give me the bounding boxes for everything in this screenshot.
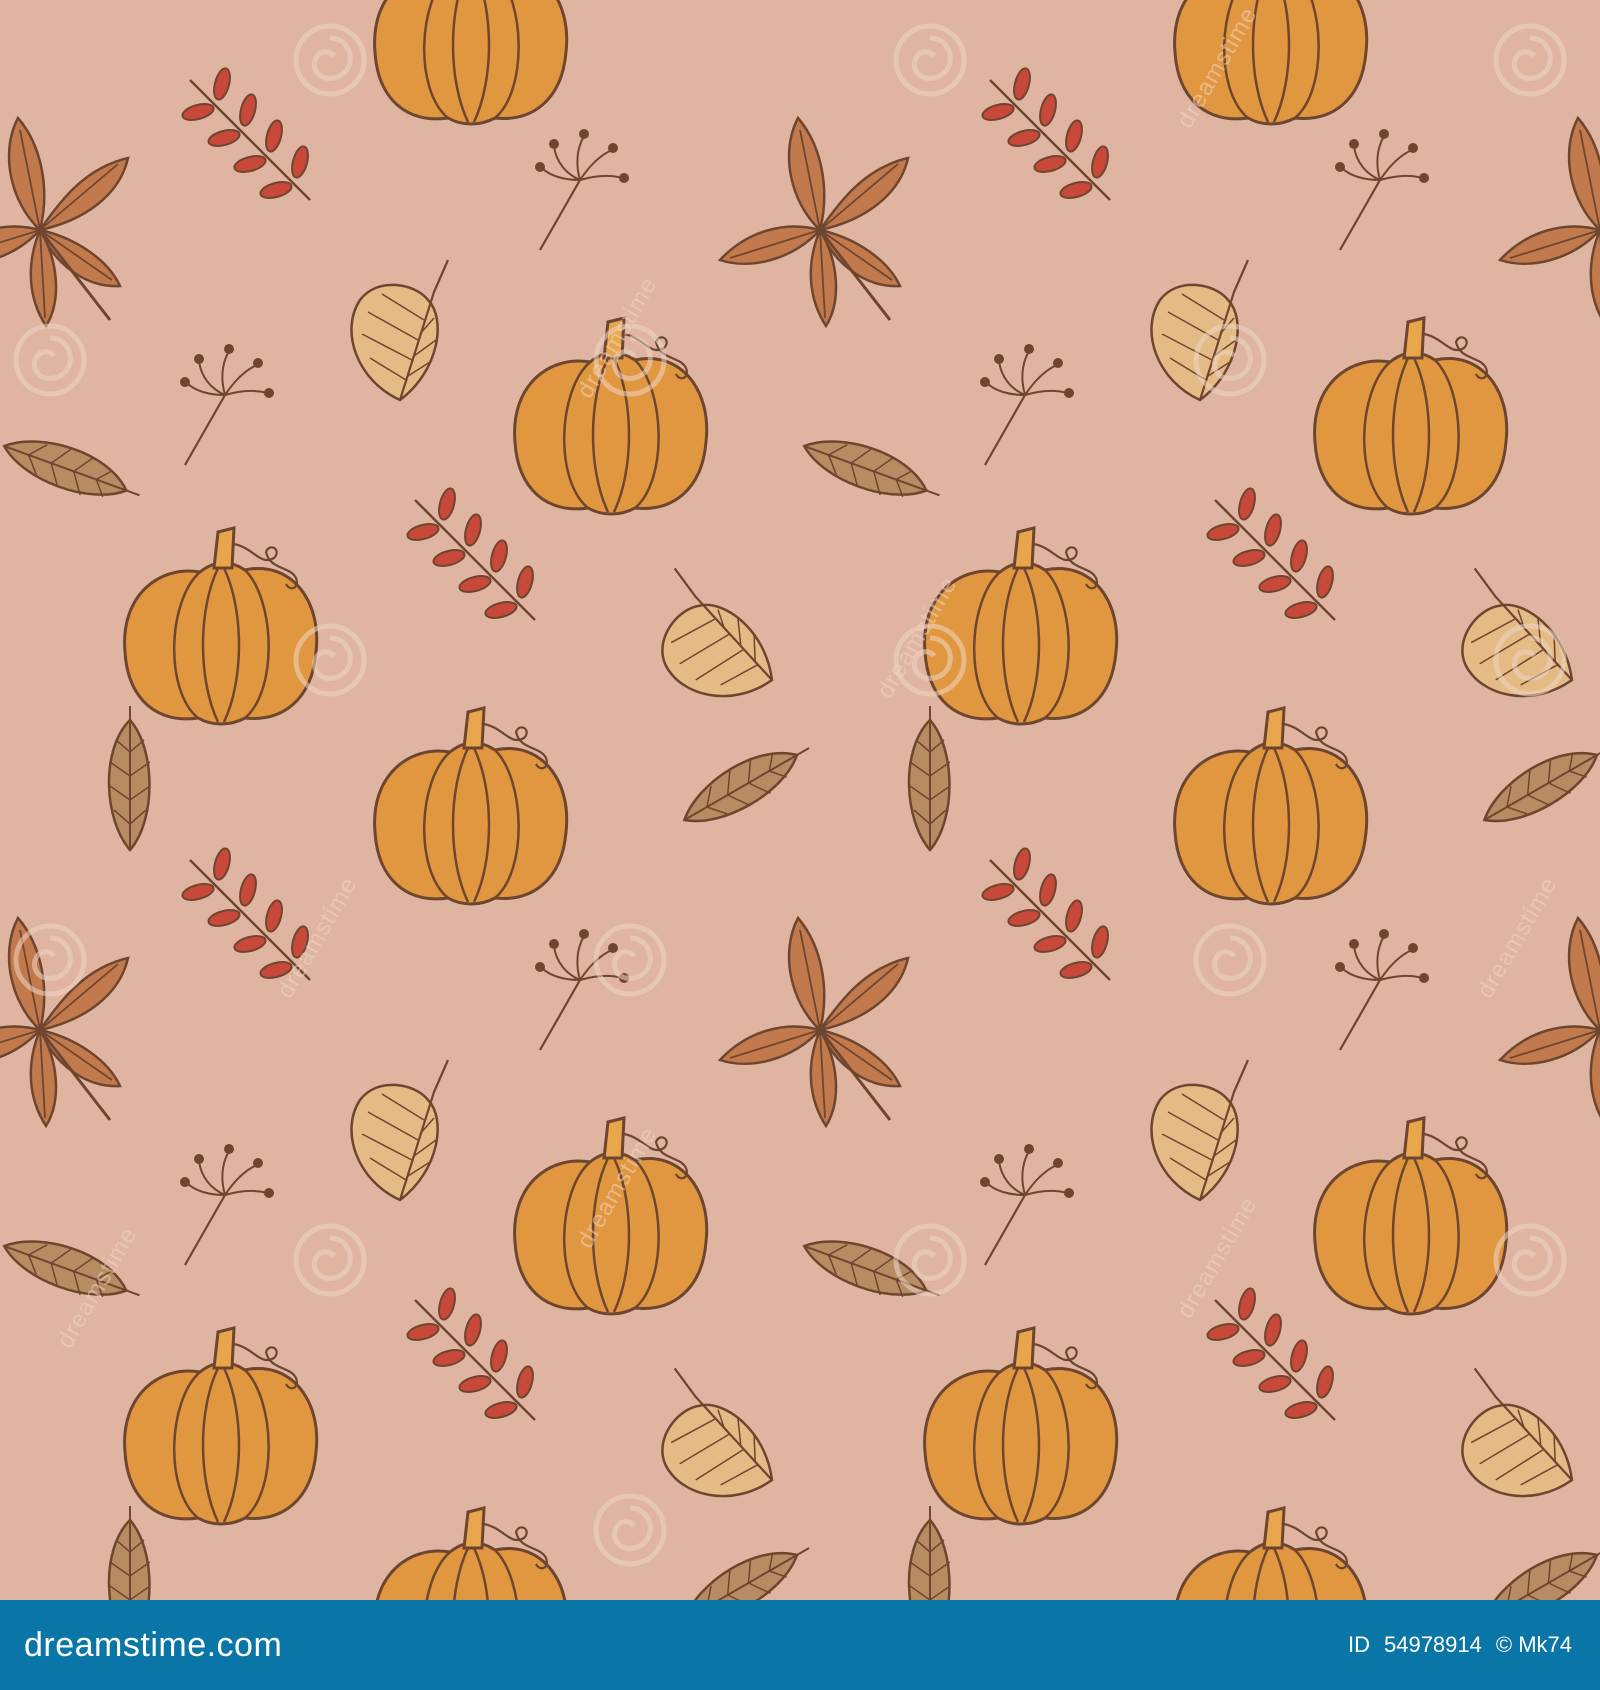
watermark-text: dreamstime: [1472, 872, 1563, 1003]
rowan-sprig-icon: [1204, 1285, 1338, 1423]
author-credit[interactable]: © Mk74: [1496, 1632, 1572, 1658]
oval-leaf-icon: [0, 425, 148, 516]
pumpkin-icon: [373, 706, 569, 906]
berry-sprig-icon: [1333, 927, 1431, 1052]
linden-leaf-icon: [625, 1367, 798, 1524]
pumpkin-icon: [1173, 706, 1369, 906]
oval-leaf-icon: [107, 1504, 152, 1600]
linden-leaf-icon: [350, 258, 450, 402]
linden-leaf-icon: [1150, 1058, 1250, 1202]
rowan-sprig-icon: [1204, 485, 1338, 623]
pumpkin-icon: [923, 1326, 1119, 1526]
watermark-spiral-icon: [1496, 1226, 1564, 1294]
linden-leaf-icon: [1425, 1367, 1598, 1524]
oval-leaf-icon: [672, 728, 821, 839]
oval-leaf-icon: [107, 704, 152, 852]
watermark-text: dreamstime: [272, 872, 363, 1003]
chestnut-leaf-icon: [0, 116, 130, 328]
rowan-sprig-icon: [179, 65, 313, 203]
rowan-sprig-icon: [404, 1285, 538, 1423]
pumpkin-icon: [1313, 316, 1509, 516]
oval-leaf-icon: [907, 1504, 952, 1600]
watermark-spiral-icon: [896, 26, 964, 94]
pumpkin-icon: [123, 526, 319, 726]
pumpkin-icon: [123, 1326, 319, 1526]
oval-leaf-icon: [1472, 1528, 1600, 1600]
watermark-spiral-icon: [296, 26, 364, 94]
autumn-seamless-pattern: dreamstime dreamstime dreamstime dreamst…: [0, 0, 1600, 1600]
oval-leaf-icon: [796, 1225, 948, 1316]
berry-sprig-icon: [178, 1142, 276, 1267]
rowan-sprig-icon: [404, 485, 538, 623]
pumpkin-icon: [1313, 1116, 1509, 1316]
rowan-sprig-icon: [979, 65, 1113, 203]
image-id-info: ID 54978914 © Mk74: [1348, 1632, 1572, 1658]
oval-leaf-icon: [796, 425, 948, 516]
berry-sprig-icon: [1333, 127, 1431, 252]
watermark-spiral-icon: [896, 1226, 964, 1294]
pumpkin-icon: [1173, 1506, 1369, 1600]
rowan-sprig-icon: [979, 845, 1113, 983]
watermark-spiral-icon: [596, 926, 664, 994]
oval-leaf-icon: [672, 1528, 821, 1600]
berry-sprig-icon: [978, 342, 1076, 467]
watermark-spiral-icon: [1196, 926, 1264, 994]
linden-leaf-icon: [625, 567, 798, 724]
chestnut-leaf-icon: [718, 916, 910, 1128]
chestnut-leaf-icon: [1498, 116, 1600, 328]
id-number: 54978914: [1383, 1632, 1482, 1657]
watermark-spiral-icon: [16, 326, 84, 394]
chestnut-leaf-icon: [718, 116, 910, 328]
linden-leaf-icon: [350, 1058, 450, 1202]
oval-leaf-icon: [1472, 728, 1600, 839]
pumpkin-icon: [923, 526, 1119, 726]
stock-footer-bar: dreamstime.com ID 54978914 © Mk74: [0, 1600, 1600, 1690]
watermark-spiral-icon: [296, 1226, 364, 1294]
pumpkin-icon: [373, 1506, 569, 1600]
linden-leaf-icon: [1425, 567, 1598, 724]
stock-image-page: dreamstime dreamstime dreamstime dreamst…: [0, 0, 1600, 1690]
berry-sprig-icon: [978, 1142, 1076, 1267]
id-label: ID: [1347, 1632, 1370, 1657]
watermark-spiral-icon: [1496, 26, 1564, 94]
watermark-spiral-icon: [596, 1496, 664, 1564]
oval-leaf-icon: [907, 704, 952, 852]
pumpkin-icon: [373, 0, 569, 126]
berry-sprig-icon: [533, 127, 631, 252]
footer-logo[interactable]: dreamstime.com: [24, 1626, 282, 1665]
berry-sprig-icon: [178, 342, 276, 467]
